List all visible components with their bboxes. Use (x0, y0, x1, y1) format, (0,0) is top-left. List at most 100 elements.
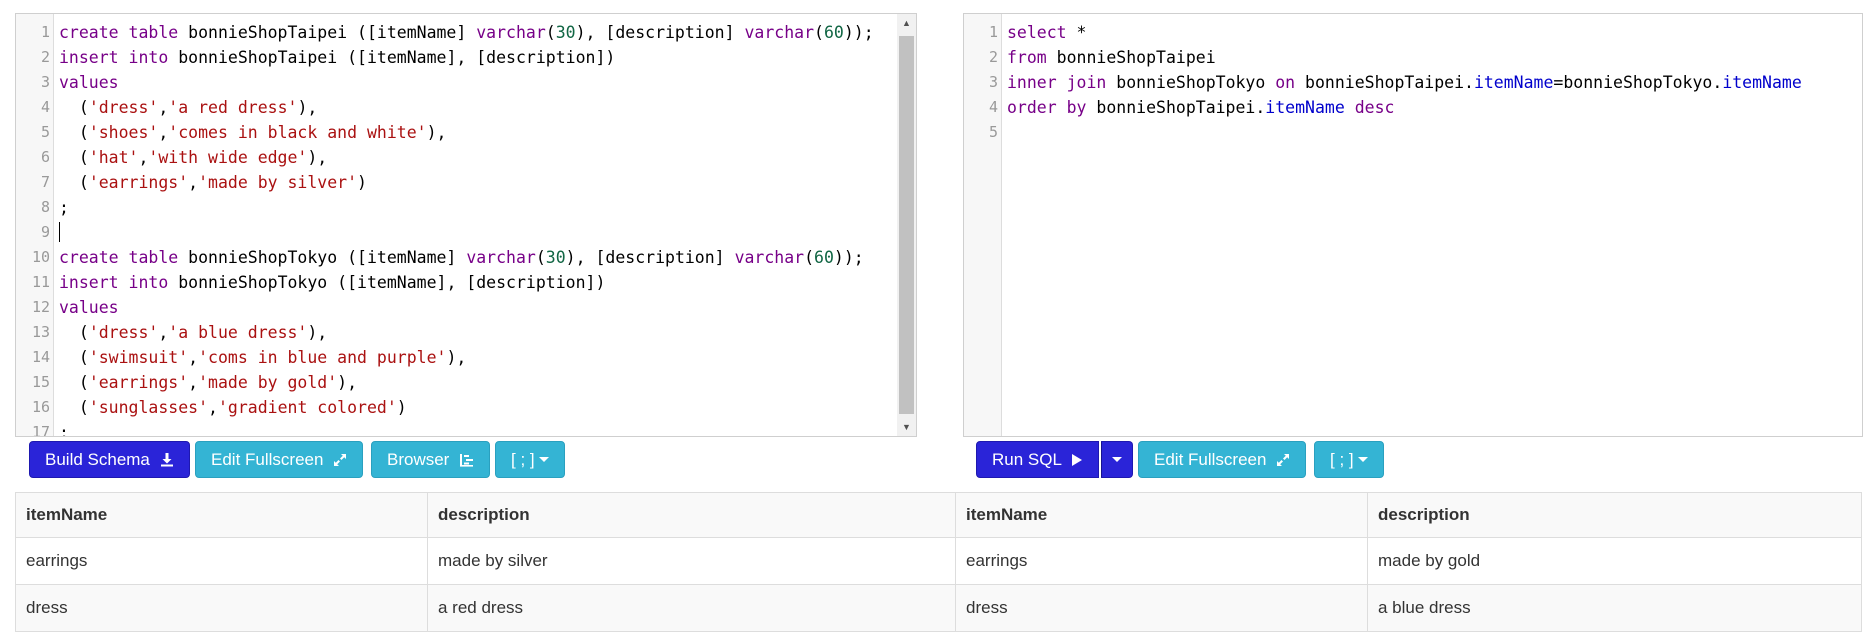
code-line[interactable]: 5 (964, 120, 1862, 145)
code-text: ('earrings','made by silver') (59, 170, 367, 195)
code-line[interactable]: 5 ('shoes','comes in black and white'), (16, 120, 916, 145)
code-token: ), (337, 373, 358, 392)
query-edit-fullscreen-button[interactable]: Edit Fullscreen (1138, 441, 1307, 478)
code-token: 60 (814, 248, 834, 267)
code-text: values (59, 70, 119, 95)
code-token: , (158, 323, 169, 342)
line-number: 4 (988, 98, 998, 116)
code-line[interactable]: 4 order by bonnieShopTaipei.itemName desc (964, 95, 1862, 120)
code-token: into (128, 48, 169, 67)
code-token: bonnieShopTokyo (1106, 73, 1276, 92)
code-token: ), (297, 98, 318, 117)
run-sql-options-dropdown[interactable] (1101, 441, 1133, 478)
code-token: )); (843, 23, 874, 42)
code-token: ( (59, 373, 89, 392)
schema-editor[interactable]: 1 create table bonnieShopTaipei ([itemNam… (15, 13, 917, 437)
code-line[interactable]: 14 ('swimsuit','coms in blue and purple'… (16, 345, 916, 370)
code-token: itemName (1473, 73, 1554, 92)
table-cell: dress (955, 584, 1368, 632)
vertical-scrollbar[interactable]: ▲ ▼ (897, 14, 916, 436)
code-token: ( (59, 348, 89, 367)
code-token: )); (833, 248, 864, 267)
edit-fullscreen-label: Edit Fullscreen (1154, 450, 1267, 469)
browser-button[interactable]: Browser (371, 441, 491, 478)
code-text: ; (59, 420, 69, 436)
code-line[interactable]: 9 (16, 220, 916, 245)
query-code-area[interactable]: 1 select * 2 from bonnieShopTaipei 3 inner jo… (964, 20, 1862, 145)
code-line[interactable]: 17; (16, 420, 916, 436)
column-header: description (427, 492, 956, 538)
browser-label: Browser (387, 450, 450, 469)
build-schema-button[interactable]: Build Schema (29, 441, 190, 478)
code-line[interactable]: 15 ('earrings','made by gold'), (16, 370, 916, 395)
line-number: 12 (31, 298, 50, 316)
code-line[interactable]: 2 from bonnieShopTaipei (964, 45, 1862, 70)
tree-icon (460, 454, 474, 467)
table-cell: a blue dress (1367, 584, 1862, 632)
results-header-row: itemName description itemName descriptio… (15, 492, 1862, 538)
table-cell: made by gold (1367, 537, 1862, 585)
code-text: ('dress','a blue dress'), (59, 320, 327, 345)
code-line[interactable]: 1 select * (964, 20, 1862, 45)
code-token: * (1066, 23, 1087, 42)
table-cell: earrings (15, 537, 428, 585)
code-token: ) (357, 173, 367, 192)
code-token: values (59, 73, 119, 92)
code-line[interactable]: 2 insert into bonnieShopTaipei ([itemName… (16, 45, 916, 70)
schema-edit-fullscreen-button[interactable]: Edit Fullscreen (195, 441, 364, 478)
line-number: 4 (40, 98, 50, 116)
code-token: 30 (555, 23, 576, 42)
line-number: 10 (31, 248, 50, 266)
code-text: ('sunglasses','gradient colored') (59, 395, 407, 420)
schema-delimiter-dropdown[interactable]: [ ; ] (495, 441, 565, 478)
line-number: 1 (988, 23, 998, 41)
schema-code-area[interactable]: 1 create table bonnieShopTaipei ([itemNam… (16, 20, 916, 436)
code-token: join (1066, 73, 1107, 92)
code-line[interactable]: 10 create table bonnieShopTokyo ([itemNam… (16, 245, 916, 270)
code-token: ( (814, 23, 824, 42)
code-token: order (1007, 98, 1057, 117)
code-token: bonnieShopTokyo ([itemName], [descriptio… (168, 273, 606, 292)
code-token: ( (59, 98, 89, 117)
code-token: insert (59, 48, 119, 67)
code-token: ( (804, 248, 815, 267)
code-token: 'swimsuit' (88, 348, 189, 367)
query-delimiter-dropdown[interactable]: [ ; ] (1314, 441, 1384, 478)
code-line[interactable]: 6 ('hat','with wide edge'), (16, 145, 916, 170)
code-token: itemName (1722, 73, 1802, 92)
caret-down-icon (538, 457, 549, 462)
code-token: create (59, 248, 119, 267)
code-text (59, 220, 60, 245)
code-line[interactable]: 4 ('dress','a red dress'), (16, 95, 916, 120)
code-token: bonnieShopTaipei ([itemName], [descripti… (168, 48, 616, 67)
code-token: 'shoes' (88, 123, 159, 142)
code-token: ), (307, 148, 328, 167)
code-line[interactable]: 12 values (16, 295, 916, 320)
code-token: varchar (476, 23, 546, 42)
scroll-down-arrow-icon[interactable]: ▼ (897, 418, 916, 436)
code-line[interactable]: 7 ('earrings','made by silver') (16, 170, 916, 195)
code-line[interactable]: 3 inner join bonnieShopTokyo on bonnieSho… (964, 70, 1862, 95)
run-sql-button[interactable]: Run SQL (976, 441, 1100, 478)
code-line[interactable]: 16 ('sunglasses','gradient colored') (16, 395, 916, 420)
code-token: on (1275, 73, 1296, 92)
download-icon (160, 453, 173, 467)
code-line[interactable]: 8; (16, 195, 916, 220)
code-token: , (188, 373, 199, 392)
line-number: 11 (31, 273, 50, 291)
code-token: create (59, 23, 119, 42)
code-line[interactable]: 13 ('dress','a blue dress'), (16, 320, 916, 345)
scroll-up-arrow-icon[interactable]: ▲ (897, 14, 916, 32)
code-text: order by bonnieShopTaipei.itemName desc (1007, 95, 1394, 120)
code-line[interactable]: 11 insert into bonnieShopTokyo ([itemName… (16, 270, 916, 295)
query-editor[interactable]: 1 select * 2 from bonnieShopTaipei 3 inner jo… (963, 13, 1863, 437)
code-line[interactable]: 1 create table bonnieShopTaipei ([itemNam… (16, 20, 916, 45)
code-text: ('hat','with wide edge'), (59, 145, 327, 170)
scrollbar-thumb[interactable] (899, 36, 914, 414)
expand-icon (1277, 454, 1290, 466)
code-token: 'with wide edge' (148, 148, 308, 167)
code-line[interactable]: 3 values (16, 70, 916, 95)
